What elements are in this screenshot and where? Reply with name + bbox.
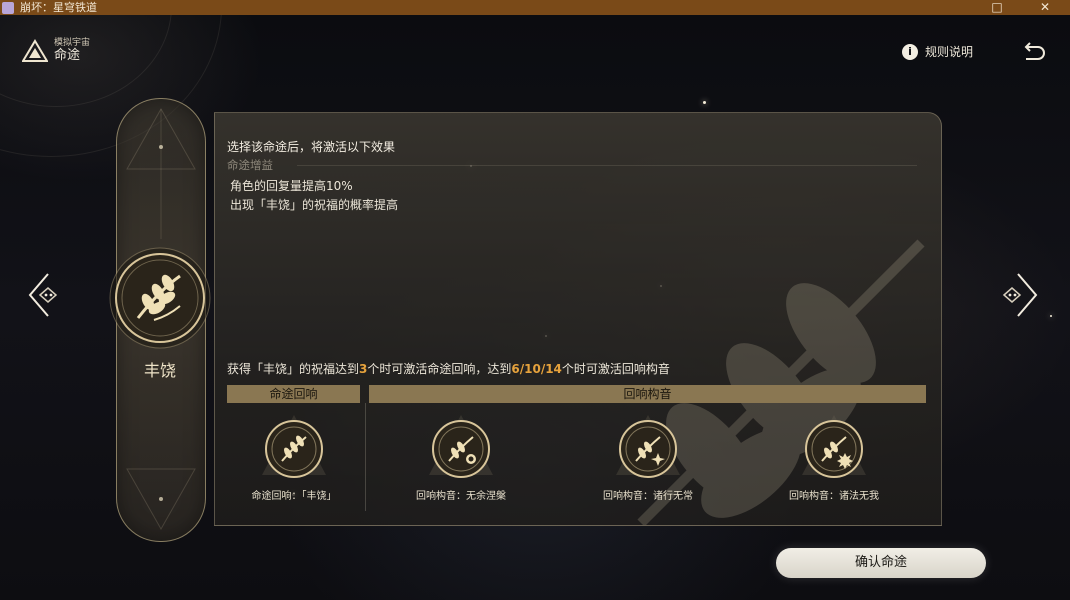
page-title: 命途 — [54, 47, 81, 63]
path-buff-label: 命途增益 — [227, 158, 273, 172]
path-resonance-header: 命途回响 — [227, 385, 360, 403]
game-stage: 模拟宇宙 命途 i 规则说明 丰饶 选择该命途后，将激活以下效果 命途增益 角色… — [0, 15, 1070, 600]
effect-item: 出现「丰饶」的祝福的概率提高 — [230, 198, 399, 212]
simulated-universe-icon — [22, 39, 48, 63]
confirm-path-button[interactable]: 确认命途 — [776, 548, 986, 578]
back-icon[interactable] — [1022, 41, 1048, 63]
formation-label: 回响构音：无余涅槃 — [416, 491, 506, 502]
mode-brand: 模拟宇宙 命途 — [22, 38, 90, 63]
star — [703, 101, 706, 104]
column-divider — [365, 403, 366, 511]
formation-item[interactable]: 回响构音：诸法无我 — [764, 413, 904, 513]
path-effects-panel: 选择该命途后，将激活以下效果 命途增益 角色的回复量提高10% 出现「丰饶」的祝… — [214, 112, 942, 526]
star — [1050, 315, 1052, 317]
effects-heading: 选择该命途后，将激活以下效果 — [227, 140, 396, 154]
rules-button[interactable]: i 规则说明 — [902, 43, 973, 60]
requirement-text: 个时可激活回响构音 — [561, 362, 670, 376]
minimize-icon[interactable]: □ — [982, 0, 1012, 15]
requirement-text: 个时可激活命途回响，达到 — [367, 362, 512, 376]
formation-item[interactable]: 回响构音：无余涅槃 — [391, 413, 531, 513]
formation-blessing-icon — [616, 415, 680, 478]
next-path-arrow-icon[interactable] — [1000, 270, 1040, 320]
formation-label: 回响构音：诸法无我 — [789, 491, 879, 502]
abundance-emblem-icon — [109, 247, 211, 349]
formation-label: 回响构音：诸行无常 — [603, 491, 693, 502]
path-name: 丰饶 — [143, 361, 176, 380]
divider — [297, 165, 917, 166]
window-titlebar: 崩坏：星穹铁道 □ ✕ — [0, 0, 1070, 15]
resonance-blessing-icon — [262, 415, 326, 478]
formation-blessing-icon — [429, 415, 493, 478]
close-icon[interactable]: ✕ — [1030, 0, 1060, 15]
window-title: 崩坏：星穹铁道 — [20, 1, 97, 14]
previous-path-arrow-icon[interactable] — [26, 270, 66, 320]
info-icon: i — [902, 43, 918, 60]
requirement-text: 获得「丰饶」的祝福达到 — [227, 362, 360, 376]
resonance-label: 命途回响：「丰饶」 — [251, 491, 337, 502]
formation-blessing-icon — [802, 415, 866, 478]
path-resonance-item[interactable]: 命途回响：「丰饶」 — [224, 413, 364, 513]
formation-item[interactable]: 回响构音：诸行无常 — [578, 413, 718, 513]
effect-item: 角色的回复量提高10% — [230, 179, 353, 193]
requirement-count-formation: 6/10/14 — [511, 362, 562, 376]
rules-label: 规则说明 — [925, 45, 974, 59]
activation-requirement: 获得「丰饶」的祝福达到3个时可激活命途回响，达到6/10/14个时可激活回响构音 — [227, 360, 670, 377]
resonance-formation-header: 回响构音 — [369, 385, 926, 403]
app-icon — [2, 1, 14, 14]
